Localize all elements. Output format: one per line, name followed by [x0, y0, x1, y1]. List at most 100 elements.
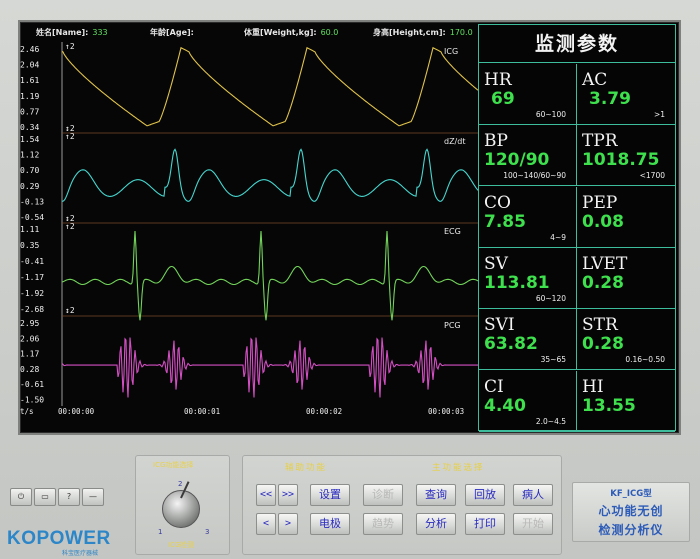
brand-line-2: 检测分析仪 — [598, 523, 664, 537]
param-range: 2.0~4.5 — [535, 416, 566, 426]
param-range: 60~120 — [535, 293, 566, 303]
y-tick-label: 2.04 — [20, 61, 39, 70]
minus-icon: — — [89, 492, 97, 501]
y-tick-label: 2.95 — [20, 319, 39, 328]
patient-name: 姓名[Name]: 333 — [36, 27, 108, 38]
start-button[interactable]: 开始 — [513, 513, 553, 535]
param-cell-pep: PEP 0.08 — [577, 187, 675, 248]
waveform-ecg — [61, 230, 478, 321]
waveform-dzdt — [61, 148, 478, 202]
param-name: TPR — [582, 131, 618, 152]
param-cell-co: CO 7.85 4~9 — [479, 186, 577, 248]
knob-position-2: 2 — [178, 480, 183, 488]
y-tick-label: -2.68 — [20, 305, 44, 314]
gain-marker: ↑2 — [65, 42, 75, 51]
aux-functions-title: 辅助功能 — [285, 463, 328, 473]
time-unit-label: t/s — [20, 407, 34, 416]
monitoring-parameters-panel: 监测参数 HR 69 60~100 AC 3.79 >1 BP 120/90 100~140/6… — [478, 24, 676, 432]
param-value: 120/90 — [484, 150, 550, 171]
param-cell-str: STR 0.28 0.16~0.50 — [577, 309, 675, 371]
patient-name-label: 姓名[Name]: — [36, 28, 89, 37]
time-tick-label: 00:00:00 — [58, 407, 95, 416]
help-icon: ? — [66, 492, 72, 501]
brand-line-1: 心功能无创 — [598, 504, 664, 518]
param-cell-svi: SVI 63.82 35~65 — [479, 309, 577, 371]
param-cell-bp: BP 120/90 100~140/60~90 — [479, 125, 577, 187]
y-tick-label: -0.13 — [20, 197, 44, 206]
y-tick-label: -0.41 — [20, 257, 44, 266]
icg-select-title: ICG功能选择 — [153, 461, 194, 469]
brand-model: KF_ICG型 — [610, 489, 652, 499]
channel-label: dZ/dt — [444, 137, 465, 146]
channel-label: ICG — [444, 47, 458, 56]
replay-button[interactable]: 回放 — [465, 484, 505, 506]
param-value: 0.28 — [582, 272, 624, 293]
power-icon: ⏻ — [17, 492, 25, 501]
print-button[interactable]: 打印 — [465, 513, 505, 535]
gain-marker: ↑2 — [65, 222, 75, 231]
y-tick-label: -1.17 — [20, 273, 44, 282]
param-cell-lvet: LVET 0.28 — [577, 248, 675, 309]
patient-age-label: 年龄[Age]: — [150, 28, 194, 37]
time-tick-label: 00:00:03 — [428, 407, 464, 416]
y-tick-label: -0.61 — [20, 380, 44, 389]
y-tick-label: -1.92 — [20, 289, 44, 298]
next-page-button[interactable]: >> — [278, 484, 298, 506]
param-value: 4.40 — [484, 395, 526, 416]
param-value: 13.55 — [582, 395, 636, 416]
param-range: 4~9 — [550, 232, 566, 242]
param-name: HI — [582, 376, 604, 397]
patient-height-value: 170.0 — [449, 28, 473, 37]
y-tick-label: -0.54 — [20, 213, 44, 222]
y-tick-label: 0.28 — [20, 365, 39, 374]
diagnose-button[interactable]: 诊断 — [363, 484, 403, 506]
patient-button[interactable]: 病人 — [513, 484, 553, 506]
y-tick-label: 1.12 — [20, 151, 39, 160]
param-name: CO — [484, 192, 511, 213]
param-range: 0.16~0.50 — [625, 355, 665, 365]
channel-label: ECG — [444, 227, 461, 236]
param-cell-hr: HR 69 60~100 — [479, 64, 577, 125]
param-cell-ci: CI 4.40 2.0~4.5 — [479, 370, 577, 432]
device-brand-plate: KF_ICG型 心功能无创 检测分析仪 — [572, 482, 690, 542]
param-value: 7.85 — [484, 211, 526, 232]
prev-page-button[interactable]: << — [256, 484, 276, 506]
y-tick-label: 1.17 — [20, 350, 39, 359]
param-name: AC — [582, 70, 608, 90]
screen-button[interactable]: ▭ — [34, 488, 56, 506]
query-button[interactable]: 查询 — [416, 484, 456, 506]
time-tick-label: 00:00:02 — [306, 407, 342, 416]
left-arrow-button[interactable]: < — [256, 513, 276, 535]
param-value: 0.08 — [582, 211, 624, 232]
main-functions-title: 主功能选择 — [432, 463, 485, 473]
help-button[interactable]: ? — [58, 488, 80, 506]
patient-weight-label: 体重[Weight,kg]: — [244, 28, 317, 37]
trend-button[interactable]: 趋势 — [363, 513, 403, 535]
param-name: LVET — [582, 253, 628, 274]
analyze-button[interactable]: 分析 — [416, 513, 456, 535]
knob-position-3: 3 — [205, 528, 210, 536]
param-name: CI — [484, 376, 504, 397]
settings-button[interactable]: 设置 — [310, 484, 350, 506]
knob-position-1: 1 — [158, 528, 163, 536]
param-cell-tpr: TPR 1018.75 <1700 — [577, 125, 675, 187]
y-tick-label: -1.50 — [20, 395, 44, 404]
patient-height: 身高[Height,cm]: 170.0 — [373, 27, 473, 38]
param-value: 1018.75 — [582, 150, 660, 171]
y-tick-label: 1.11 — [20, 225, 39, 234]
time-tick-label: 00:00:01 — [184, 407, 220, 416]
electrode-button[interactable]: 电极 — [310, 513, 350, 535]
right-arrow-button[interactable]: > — [278, 513, 298, 535]
minimize-button[interactable]: — — [82, 488, 104, 506]
channel-label: PCG — [444, 321, 461, 330]
param-cell-hi: HI 13.55 — [577, 371, 675, 432]
patient-weight-value: 60.0 — [320, 28, 339, 37]
y-tick-label: 1.54 — [20, 135, 39, 144]
param-cell-ac: AC 3.79 >1 — [577, 64, 675, 125]
param-value: 0.28 — [582, 334, 624, 355]
param-value: 113.81 — [484, 272, 550, 293]
patient-info-bar: 姓名[Name]: 333 年龄[Age]: 体重[Weight,kg]: 60.0… — [18, 24, 480, 40]
waveform-pcg — [61, 337, 478, 398]
waveform-icg — [61, 46, 478, 127]
power-button[interactable]: ⏻ — [10, 488, 32, 506]
